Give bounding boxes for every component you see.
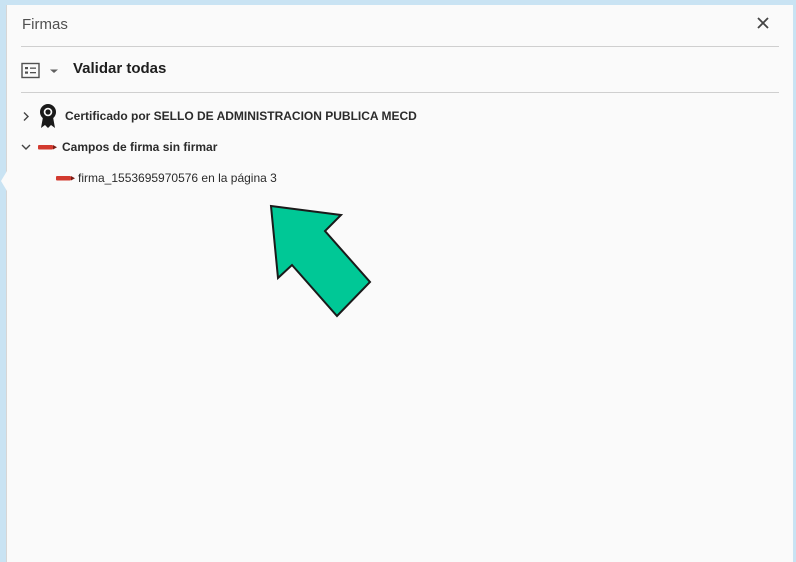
close-icon: [757, 17, 769, 29]
signature-options-icon: [21, 62, 40, 79]
chevron-right-icon[interactable]: [19, 109, 33, 123]
panel-notch: [1, 171, 7, 191]
close-button[interactable]: [751, 11, 775, 35]
signature-options-button[interactable]: [21, 61, 63, 81]
panel-title: Firmas: [22, 16, 68, 33]
signature-field-item[interactable]: firma_1553695970576 en la página 3: [55, 170, 277, 186]
unsigned-fields-group[interactable]: Campos de firma sin firmar: [19, 139, 217, 155]
validate-all-button[interactable]: Validar todas: [73, 60, 166, 77]
certificate-row[interactable]: Certificado por SELLO DE ADMINISTRACION …: [19, 103, 417, 129]
certificate-label: Certificado por SELLO DE ADMINISTRACION …: [65, 109, 417, 123]
signatures-panel: Firmas Validar todas Certificado por SEL…: [1, 5, 793, 562]
header-divider: [21, 46, 779, 47]
unsigned-fields-label: Campos de firma sin firmar: [62, 140, 218, 154]
chevron-down-icon[interactable]: [19, 140, 33, 154]
caret-down-icon: [50, 69, 58, 73]
signature-field-icon: [38, 145, 57, 150]
signature-field-icon: [56, 176, 75, 181]
signature-field-label: firma_1553695970576 en la página 3: [78, 171, 277, 185]
pointer-arrow-icon: [269, 204, 372, 318]
certificate-ribbon-icon: [40, 104, 56, 128]
toolbar-divider: [21, 92, 779, 93]
